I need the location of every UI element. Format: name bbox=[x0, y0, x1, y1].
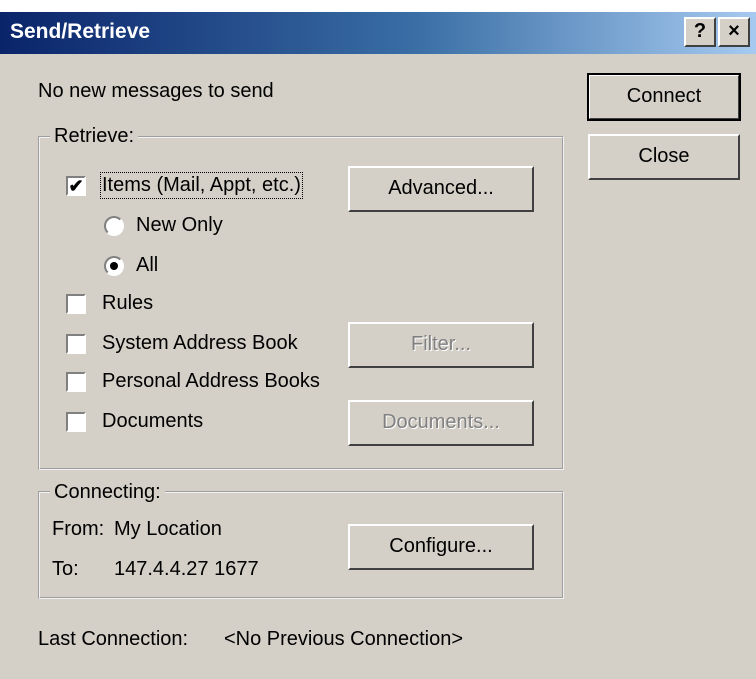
radio-selected-dot bbox=[110, 262, 118, 270]
new-only-label: New Only bbox=[136, 214, 223, 236]
documents-label: Documents bbox=[102, 410, 204, 432]
connecting-group-label: Connecting: bbox=[50, 481, 165, 504]
last-connection-value: <No Previous Connection> bbox=[224, 628, 464, 650]
system-address-book-checkbox[interactable] bbox=[66, 334, 86, 354]
last-connection-label: Last Connection: bbox=[38, 628, 189, 650]
documents-button[interactable]: Documents... bbox=[348, 400, 534, 446]
retrieve-group-label: Retrieve: bbox=[50, 125, 139, 148]
connect-button[interactable]: Connect bbox=[587, 73, 741, 121]
status-message: No new messages to send bbox=[38, 80, 274, 102]
new-only-radio[interactable] bbox=[104, 216, 124, 236]
all-radio[interactable] bbox=[104, 256, 124, 276]
rules-label: Rules bbox=[102, 292, 154, 314]
to-label: To: bbox=[52, 558, 79, 580]
send-retrieve-dialog: Send/Retrieve ? × No new messages to sen… bbox=[0, 12, 756, 679]
items-checkbox[interactable]: ✔ bbox=[66, 176, 86, 196]
help-button[interactable]: ? bbox=[684, 17, 716, 47]
system-address-book-label: System Address Book bbox=[102, 332, 298, 354]
configure-button[interactable]: Configure... bbox=[348, 524, 534, 570]
personal-address-books-label: Personal Address Books bbox=[102, 370, 320, 392]
close-button[interactable]: Close bbox=[588, 134, 740, 180]
filter-button[interactable]: Filter... bbox=[348, 322, 534, 368]
close-window-button[interactable]: × bbox=[718, 17, 750, 47]
advanced-button[interactable]: Advanced... bbox=[348, 166, 534, 212]
title-bar: Send/Retrieve ? × bbox=[0, 12, 756, 54]
from-label: From: bbox=[52, 518, 105, 540]
all-label: All bbox=[136, 254, 159, 276]
to-value: 147.4.4.27 1677 bbox=[114, 558, 259, 580]
window-title: Send/Retrieve bbox=[10, 20, 151, 43]
rules-checkbox[interactable] bbox=[66, 294, 86, 314]
from-value: My Location bbox=[114, 518, 222, 540]
documents-checkbox[interactable] bbox=[66, 412, 86, 432]
check-icon: ✔ bbox=[68, 176, 84, 196]
items-label: Items (Mail, Appt, etc.) bbox=[100, 172, 303, 199]
personal-address-books-checkbox[interactable] bbox=[66, 372, 86, 392]
